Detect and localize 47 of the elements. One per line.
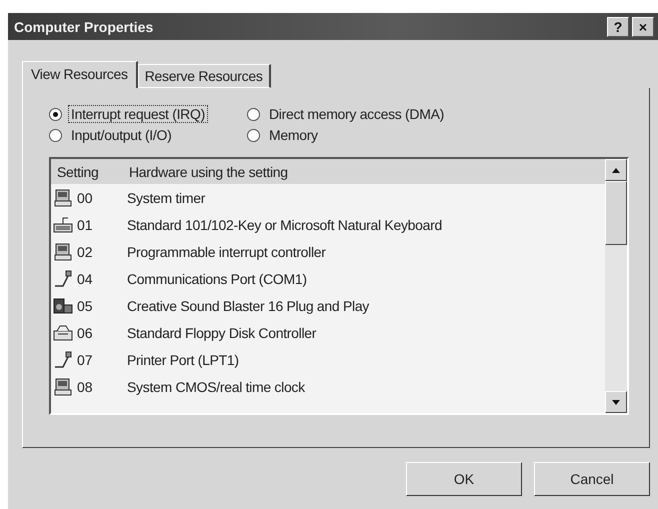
setting-cell-text: 06 — [76, 324, 94, 340]
radio-label[interactable]: Memory — [267, 127, 320, 143]
hardware-cell: Programmable interrupt controller — [127, 244, 326, 260]
setting-cell-text: 01 — [76, 216, 94, 232]
scroll-down-button[interactable] — [605, 391, 627, 413]
hardware-cell: System timer — [127, 190, 206, 206]
scrollbar[interactable] — [605, 159, 627, 413]
chip-icon — [53, 188, 73, 208]
column-header[interactable]: Hardware using the setting — [123, 164, 605, 180]
tab[interactable]: View Resources — [22, 61, 138, 88]
hardware-cell: Communications Port (COM1) — [127, 270, 307, 286]
help-button[interactable]: ? — [607, 16, 629, 36]
hardware-cell: Printer Port (LPT1) — [127, 352, 239, 368]
chip-icon — [53, 242, 73, 262]
radio-button[interactable] — [49, 108, 62, 120]
radio-label[interactable]: Direct memory access (DMA) — [267, 106, 446, 122]
keyboard-icon — [53, 214, 73, 234]
setting-cell-text: 04 — [76, 270, 94, 286]
speaker-icon — [53, 296, 73, 316]
tab[interactable]: Reserve Resources — [138, 64, 271, 88]
ok-button[interactable]: OK — [406, 462, 522, 496]
setting-cell-text: 07 — [76, 352, 94, 368]
hardware-cell: Standard Floppy Disk Controller — [127, 324, 316, 340]
cable-icon — [53, 268, 73, 288]
scroll-up-button[interactable] — [605, 159, 627, 181]
cable-icon — [53, 350, 73, 370]
setting-cell-text: 05 — [76, 298, 94, 314]
setting-cell-text: 08 — [76, 378, 94, 394]
close-button[interactable]: × — [632, 16, 654, 36]
radio-label[interactable]: Interrupt request (IRQ) — [69, 106, 207, 122]
setting-cell-text: 02 — [76, 244, 94, 260]
hardware-cell: System CMOS/real time clock — [127, 378, 305, 394]
down-arrow-icon — [612, 400, 620, 404]
disk-drive-icon — [53, 322, 73, 342]
column-header[interactable]: Setting — [51, 164, 123, 180]
radio-label[interactable]: Input/output (I/O) — [69, 127, 174, 143]
setting-cell-text: 00 — [76, 190, 94, 206]
hardware-cell: Creative Sound Blaster 16 Plug and Play — [127, 298, 370, 314]
hardware-cell: Standard 101/102-Key or Microsoft Natural Keyboard — [127, 216, 442, 232]
up-arrow-icon — [612, 168, 620, 172]
radio-button[interactable] — [49, 128, 62, 142]
radio-button[interactable] — [247, 108, 260, 120]
scroll-thumb[interactable] — [605, 181, 627, 245]
chip-icon — [53, 376, 73, 396]
radio-button[interactable] — [247, 128, 260, 142]
window-title: Computer Properties — [14, 18, 154, 34]
cancel-button[interactable]: Cancel — [534, 462, 650, 496]
